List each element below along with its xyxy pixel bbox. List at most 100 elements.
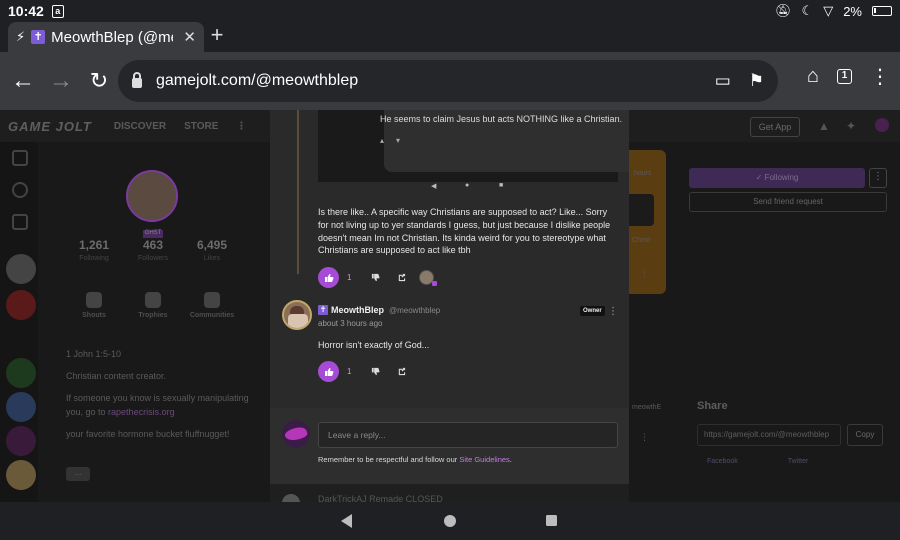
- commenter-name[interactable]: ✝ MeowthBlep @meowthblep: [318, 305, 440, 315]
- quests-icon[interactable]: ✦: [846, 119, 856, 133]
- profile-bio: 1 John 1:5-10 Christian content creator.…: [66, 349, 249, 439]
- like-button[interactable]: [318, 361, 339, 382]
- profile-more-button[interactable]: ⋮: [869, 168, 887, 188]
- comment-actions: 1: [318, 267, 438, 288]
- rail-stats-icon[interactable]: [12, 214, 28, 230]
- side-hours: hours: [634, 170, 652, 177]
- rail-activity-icon[interactable]: [12, 150, 28, 166]
- menu-kebab-icon[interactable]: ⋮: [870, 64, 890, 89]
- reply-input[interactable]: Leave a reply...: [318, 422, 618, 448]
- browser-toolbar: ← → ↻ gamejolt.com/@meowthblep ▭ ⚑ ⌂ 1 ⋮: [0, 52, 900, 110]
- rail-community-avatar[interactable]: [6, 254, 36, 284]
- gamejolt-logo[interactable]: GAME JOLT: [8, 119, 92, 134]
- reply-icon: [398, 367, 406, 376]
- comment-options-icon[interactable]: ⋮: [608, 306, 618, 317]
- thread-line: [297, 110, 299, 274]
- my-avatar: [282, 420, 310, 448]
- bio-more-button[interactable]: ...: [66, 467, 90, 481]
- forward-icon[interactable]: →: [42, 62, 80, 100]
- bookmark-icon[interactable]: ⚑: [749, 71, 764, 91]
- toolbar-right-buttons: ⌂ 1 ⋮: [807, 64, 890, 89]
- side-christ: Christ: [632, 237, 651, 244]
- cast-icon[interactable]: ▭: [715, 71, 731, 91]
- commenter-avatar[interactable]: [282, 300, 312, 330]
- carousel-dot-icon[interactable]: ●: [465, 182, 469, 189]
- bell-off-icon: 🔕︎: [775, 3, 792, 18]
- bell-icon[interactable]: ▲: [818, 119, 830, 133]
- notification-icon: a: [51, 4, 64, 18]
- new-tab-icon[interactable]: +: [206, 24, 228, 46]
- share-facebook[interactable]: Facebook: [707, 458, 738, 465]
- carousel-prev-icon[interactable]: ◀: [431, 182, 436, 190]
- nav-store[interactable]: STORE: [184, 121, 218, 132]
- thumbs-down-icon: [371, 367, 380, 376]
- stat-likes[interactable]: 6,495 Likes: [182, 238, 242, 262]
- profile-avatar: [126, 170, 178, 222]
- liker-avatar[interactable]: [419, 270, 438, 286]
- image-carousel-controls: ◀ ● ■: [318, 182, 618, 192]
- share-twitter[interactable]: Twitter: [788, 458, 809, 465]
- carousel-stop-icon[interactable]: ■: [499, 182, 503, 189]
- reply-icon: [398, 273, 406, 282]
- reply-composer: Leave a reply... Remember to be respectf…: [270, 408, 629, 484]
- copy-button[interactable]: Copy: [847, 424, 883, 446]
- close-tab-icon[interactable]: ✕: [183, 28, 196, 46]
- send-friend-request-button[interactable]: Send friend request: [689, 192, 887, 212]
- peek-title: DarkTrickAJ Remade CLOSED: [318, 494, 443, 502]
- bio-link[interactable]: rapethecrisis.org: [108, 407, 175, 417]
- post-kebab-icon[interactable]: ⋮: [640, 432, 649, 443]
- dislike-button[interactable]: [365, 271, 385, 285]
- status-bar: 10:42 a 🔕︎ ☾ ▽ 2%: [0, 0, 900, 22]
- comment-timestamp[interactable]: about 3 hours ago: [318, 319, 383, 328]
- share-url-field[interactable]: https://gamejolt.com/@meowthblep: [697, 424, 841, 446]
- reply-button[interactable]: [391, 271, 411, 285]
- side-user: meowthE: [632, 404, 662, 411]
- nav-more-icon[interactable]: ⋮: [236, 121, 246, 132]
- nav-discover[interactable]: DISCOVER: [114, 121, 166, 132]
- system-recents-icon[interactable]: [546, 515, 557, 526]
- comment-text: Horror isn't exactly of God...: [318, 340, 430, 350]
- rail-community-avatar[interactable]: [6, 290, 36, 320]
- url-text[interactable]: gamejolt.com/@meowthblep: [156, 72, 697, 90]
- battery-icon: [872, 6, 892, 16]
- thumbs-up-icon: [324, 367, 333, 376]
- comment-text: Is there like.. A specific way Christian…: [318, 207, 611, 256]
- site-guidelines-link[interactable]: Site Guidelines: [459, 455, 509, 464]
- home-icon[interactable]: ⌂: [807, 65, 819, 88]
- system-back-icon[interactable]: [341, 514, 352, 528]
- rail-community-avatar[interactable]: [6, 358, 36, 388]
- nav-shouts[interactable]: Shouts: [64, 292, 124, 319]
- system-home-icon[interactable]: [444, 515, 456, 527]
- nav-communities[interactable]: Communities: [182, 292, 242, 319]
- card-kebab-icon[interactable]: ⋮: [640, 268, 649, 279]
- back-icon[interactable]: ←: [4, 62, 42, 100]
- reload-icon[interactable]: ↻: [80, 62, 118, 100]
- next-post-peek: DarkTrickAJ Remade CLOSED: [270, 484, 629, 502]
- dislike-button[interactable]: [365, 365, 385, 379]
- like-count: 1: [347, 273, 352, 282]
- rail-community-avatar[interactable]: [6, 426, 36, 456]
- rail-community-avatar[interactable]: [6, 392, 36, 422]
- like-count: 1: [347, 367, 352, 376]
- reply-button[interactable]: [391, 365, 411, 379]
- following-button[interactable]: ✓ Following: [689, 168, 865, 188]
- share-heading: Share: [697, 400, 728, 412]
- ghost-badge: GHST: [143, 230, 163, 238]
- stat-followers[interactable]: 463 Followers: [123, 238, 183, 262]
- nav-trophies[interactable]: Trophies: [123, 292, 183, 319]
- tab-switcher-button[interactable]: 1: [837, 69, 852, 84]
- profile-sidebar: GHST 1,261 Following 463 Followers 6,495 Li…: [60, 142, 270, 502]
- get-app-button[interactable]: Get App: [750, 117, 800, 137]
- user-avatar[interactable]: [875, 118, 889, 132]
- owner-badge: Owner: [580, 306, 605, 316]
- browser-tab[interactable]: ⚡︎ ✝ MeowthBlep (@meowthblep) ✕: [8, 22, 204, 52]
- clock: 10:42: [8, 3, 44, 19]
- reply-guidelines-note: Remember to be respectful and follow our…: [318, 455, 512, 464]
- address-bar[interactable]: gamejolt.com/@meowthblep ▭ ⚑: [118, 60, 778, 102]
- left-rail: [0, 142, 38, 502]
- rail-chat-icon[interactable]: [12, 182, 28, 198]
- communities-icon: [204, 292, 220, 308]
- rail-community-avatar[interactable]: [6, 460, 36, 490]
- stat-following[interactable]: 1,261 Following: [64, 238, 124, 262]
- like-button[interactable]: [318, 267, 339, 288]
